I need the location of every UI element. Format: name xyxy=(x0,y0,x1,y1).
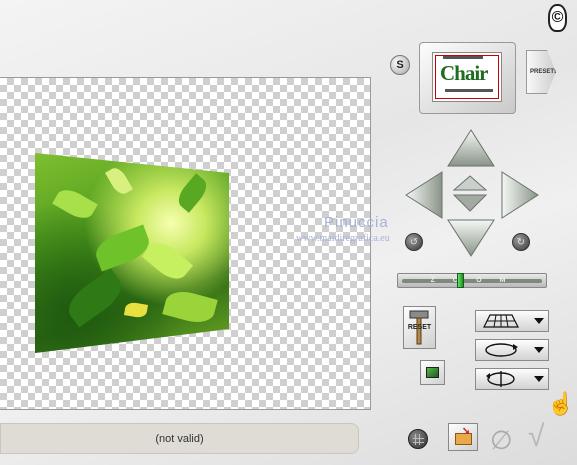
chevron-down-icon xyxy=(534,347,544,353)
copyright-logo-icon[interactable]: © xyxy=(548,4,567,32)
rotate-ellipse-icon xyxy=(485,343,518,357)
hand-pointer-icon[interactable]: ☝ xyxy=(547,391,574,417)
thumbnail-image: Chair xyxy=(432,52,502,102)
zoom-slider[interactable]: Z O O M xyxy=(397,273,547,288)
reset-button[interactable]: RESET xyxy=(403,306,436,349)
arrow-right-icon[interactable] xyxy=(500,170,540,220)
preview-image xyxy=(35,153,229,353)
presets-button[interactable]: PRESETS xyxy=(526,50,556,94)
arrow-down-icon[interactable] xyxy=(446,218,496,258)
image-icon xyxy=(426,367,439,378)
checkmark-icon[interactable]: √ xyxy=(528,420,544,454)
watermark-name: Pinuccia xyxy=(324,214,389,231)
spin-axis-icon xyxy=(486,371,515,387)
preset-thumbnail[interactable]: Chair xyxy=(419,42,516,114)
rotate-left-icon[interactable]: ↺ xyxy=(405,233,423,251)
move-up-small-icon[interactable] xyxy=(452,174,488,192)
cancel-icon[interactable]: ∅ xyxy=(490,425,513,456)
spin-mode-dropdown[interactable] xyxy=(475,368,549,390)
grid-icon xyxy=(413,434,424,445)
chevron-down-icon xyxy=(534,376,544,382)
zoom-thumb[interactable] xyxy=(457,273,464,288)
arrow-left-icon[interactable] xyxy=(404,170,444,220)
perspective-plane-icon xyxy=(483,314,519,328)
reset-label: RESET xyxy=(407,324,432,331)
plane-mode-dropdown[interactable] xyxy=(475,310,549,332)
zoom-label: Z O O M xyxy=(430,277,514,284)
rotate-mode-dropdown[interactable] xyxy=(475,339,549,361)
arrow-up-icon[interactable] xyxy=(446,128,496,168)
watermark-site: www.maidiregrafica.eu xyxy=(296,233,390,244)
status-bar: (not valid) xyxy=(0,423,359,454)
rotate-right-icon[interactable]: ↻ xyxy=(512,233,530,251)
status-text: (not valid) xyxy=(155,432,204,445)
s-button[interactable]: S xyxy=(390,55,410,75)
image-button[interactable] xyxy=(420,360,445,385)
move-down-small-icon[interactable] xyxy=(452,193,488,213)
thumbnail-text: Chair xyxy=(440,61,488,85)
grid-button[interactable] xyxy=(408,429,428,449)
chevron-down-icon xyxy=(534,318,544,324)
arrow-down-red-icon: ➘ xyxy=(462,426,471,437)
open-folder-button[interactable]: ➘ xyxy=(448,423,478,451)
